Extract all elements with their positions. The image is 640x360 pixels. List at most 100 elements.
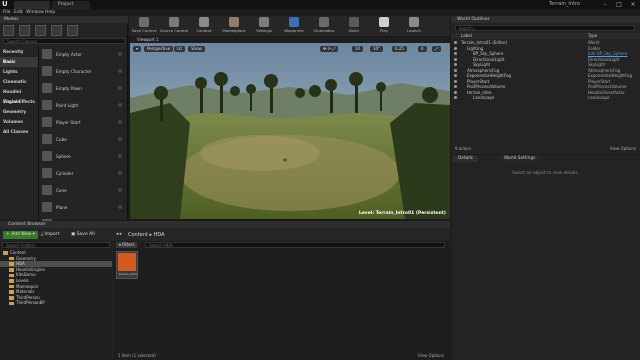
visibility-eye-icon[interactable] [454,90,457,94]
breadcrumb-hda[interactable]: HDA [154,232,165,238]
visibility-eye-icon[interactable] [454,79,457,83]
toolbar-button-3[interactable]: Marketplace [222,17,246,35]
info-icon[interactable] [118,69,122,73]
tree-folder[interactable]: ThirdPersonBP [0,300,112,306]
asset-search-input[interactable]: Search HDA [145,242,445,248]
info-icon[interactable] [118,120,122,124]
tab-world-settings[interactable]: World Settings [499,155,541,162]
unreal-logo-icon[interactable]: U [2,0,10,9]
landscape-mode-icon[interactable] [35,25,46,36]
asset-tile[interactable]: terrain_intro [116,251,138,279]
maximize-viewport-icon[interactable]: ⤢ [432,46,442,52]
place-item[interactable]: Point Light [40,97,126,114]
history-nav-icon[interactable]: ◂ ▸ [113,231,125,239]
import-button[interactable]: ⤓ Import [38,231,62,239]
category-8[interactable]: All Classes [0,127,38,137]
minimize-icon[interactable]: – [598,0,612,9]
tab-details[interactable]: Details [453,155,478,162]
place-item[interactable]: Empty Actor [40,46,126,63]
toolbar-button-1[interactable]: Source Control [160,17,188,35]
grid-snap-value[interactable]: 10 [352,46,364,52]
category-2[interactable]: Lights [0,67,38,77]
place-mode-icon[interactable] [3,25,14,36]
info-icon[interactable] [118,86,122,90]
tree-folder-label: Content [10,250,26,255]
modes-search-input[interactable]: Search Classes [3,38,125,44]
transform-tools[interactable]: ✥ ⟳ ⤢ [320,46,339,52]
info-icon[interactable] [118,137,122,141]
save-all-button[interactable]: ▣ Save All [68,231,98,239]
visibility-eye-icon[interactable] [454,74,457,77]
info-icon[interactable] [118,103,122,107]
col-type[interactable]: Type [588,33,597,39]
info-icon[interactable] [118,205,122,209]
category-7[interactable]: Volumes [0,117,38,127]
modes-header: Modes [0,16,128,23]
toolbar-button-9[interactable]: Launch [403,17,425,35]
outliner-row[interactable]: Landscape Landscape [451,95,640,101]
toolbar-button-6[interactable]: Cinematics [313,17,335,35]
level-viewport[interactable]: ▾ Perspective Lit Show ✥ ⟳ ⤢ 10 10° 0.25… [130,43,450,219]
add-new-button[interactable]: + Add New ▾ [3,231,38,239]
category-0[interactable]: Recently Placed [0,47,38,64]
foliage-mode-icon[interactable] [51,25,62,36]
outliner-search-input[interactable]: Search... [455,25,635,31]
visibility-eye-icon[interactable] [454,46,457,50]
perspective-button[interactable]: Perspective [144,46,174,52]
category-1[interactable]: Basic [0,57,38,67]
menu-edit[interactable]: Edit [14,9,23,16]
toolbar-button-5[interactable]: Blueprints [283,17,305,35]
outliner-row-type: Landscape [588,95,610,100]
tab-project-settings[interactable]: Project Settings [52,1,90,15]
toolbar-button-7[interactable]: Build [343,17,365,35]
breadcrumb-content[interactable]: Content [128,232,148,238]
camera-speed-value[interactable]: 4 [418,46,427,52]
col-label[interactable]: Label [461,33,472,39]
viewport-menu-button[interactable]: ▾ [133,46,142,52]
lit-button[interactable]: Lit [174,46,185,52]
menu-help[interactable]: Help [45,9,55,16]
visibility-eye-icon[interactable] [454,63,457,66]
paint-mode-icon[interactable] [19,25,30,36]
toolbar-button-4[interactable]: Settings [253,17,275,35]
category-5[interactable]: Visual Effects [0,97,38,107]
info-icon[interactable] [118,188,122,192]
tab-level[interactable] [14,1,50,9]
place-item[interactable]: Cube [40,131,126,148]
visibility-eye-icon[interactable] [454,68,457,72]
visibility-eye-icon[interactable] [454,41,457,44]
maximize-icon[interactable]: □ [612,0,626,9]
place-item[interactable]: Plane [40,199,126,216]
show-button[interactable]: Show [188,46,205,52]
content-view-options[interactable]: View Options [418,353,444,358]
category-3[interactable]: Cinematic [0,77,38,87]
toolbar-button-2[interactable]: Content [193,17,215,35]
info-icon[interactable] [118,171,122,175]
outliner-view-options[interactable]: View Options [610,146,636,151]
visibility-eye-icon[interactable] [454,96,457,99]
modes-panel: Modes Search Classes Recently PlacedBasi… [0,16,128,229]
category-4[interactable]: Houdini Engine [0,87,38,104]
place-item[interactable]: Cylinder [40,165,126,182]
filters-button[interactable]: ▾ Filters [116,242,138,248]
info-icon[interactable] [118,154,122,158]
place-item[interactable]: Player Start [40,114,126,131]
angle-snap-value[interactable]: 10° [370,46,384,52]
visibility-eye-icon[interactable] [454,52,457,55]
place-item[interactable]: Empty Character [40,63,126,80]
category-6[interactable]: Geometry [0,107,38,117]
folder-search-input[interactable]: Search Folders [2,242,110,248]
geometry-mode-icon[interactable] [67,25,78,36]
info-icon[interactable] [118,52,122,56]
place-item[interactable]: Empty Pawn [40,80,126,97]
scale-snap-value[interactable]: 0.25 [392,46,407,52]
close-icon[interactable]: × [626,0,640,9]
place-item[interactable]: Sphere [40,148,126,165]
toolbar-button-8[interactable]: Play [373,17,395,35]
visibility-eye-icon[interactable] [454,85,457,88]
menu-window[interactable]: Window [26,9,44,16]
place-item[interactable]: Cone [40,182,126,199]
menu-file[interactable]: File [3,9,11,16]
toolbar-button-0[interactable]: Save Current [132,17,156,35]
visibility-eye-icon[interactable] [454,57,457,61]
